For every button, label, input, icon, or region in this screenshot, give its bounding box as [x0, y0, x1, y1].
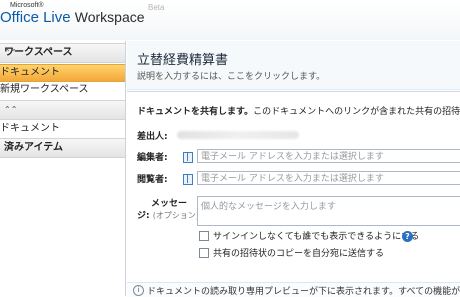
send-copy-checkbox[interactable]: [199, 248, 209, 258]
sidebar-section-workspaces[interactable]: ワークスペース ⌃⌃: [0, 43, 125, 63]
help-icon[interactable]: ?: [402, 231, 413, 242]
share-panel: ドキュメントを共有します。このドキュメントへのリンクが含まれた共有の招待状を 差…: [127, 91, 460, 297]
sidebar-section-2[interactable]: ⌃⌃: [0, 100, 125, 120]
viewer-email-input[interactable]: 電子メール アドレスを入力または選択します: [197, 171, 460, 185]
page-title[interactable]: 立替経費精算書: [137, 49, 228, 68]
sidebar-item-label: ドキュメント: [0, 67, 60, 78]
sender-label: 差出人:: [137, 132, 168, 142]
editor-email-input[interactable]: 電子メール アドレスを入力または選択します: [197, 149, 460, 163]
viewer-label: 閲覧者:: [137, 175, 168, 185]
sidebar-section-recycled[interactable]: 済みアイテム: [0, 138, 125, 158]
beta-label: Beta: [148, 3, 165, 12]
preview-notice-text: ドキュメントの読み取り専用プレビューが下に表示されます。すべての機能が使: [147, 287, 460, 297]
collapse-chevron-icon[interactable]: ⌃⌃: [4, 101, 119, 119]
sidebar-item-documents-2[interactable]: ドキュメント: [0, 121, 125, 137]
document-header: 立替経費精算書 説明を入力するには、ここをクリックします。: [127, 41, 460, 90]
message-textarea[interactable]: 個人的なメッセージを入力します: [197, 196, 460, 226]
logo-workspace-text: Workspace: [74, 9, 145, 25]
sidebar-item-label: 新規ワークスペース: [0, 84, 89, 95]
main-content: 立替経費精算書 説明を入力するには、ここをクリックします。 ドキュメントを共有し…: [127, 41, 460, 297]
section-title: 済みアイテム: [4, 142, 63, 153]
sidebar-item-label: ドキュメント: [0, 123, 60, 134]
send-copy-label: 共有の招待状のコピーを自分宛に送信する: [213, 249, 385, 259]
sidebar-item-new-workspace[interactable]: 新規ワークスペース: [0, 82, 125, 98]
logo-microsoft: Microsoft®: [10, 2, 44, 9]
public-view-label: サインインしなくても誰でも表示できるようにする: [213, 232, 420, 242]
info-icon: i: [133, 285, 144, 296]
public-view-checkbox[interactable]: [199, 231, 209, 241]
logo-office-live[interactable]: Office Live Workspace: [0, 9, 145, 26]
app-header: Microsoft® Office Live Workspace Beta: [0, 0, 460, 40]
message-label-2: ジ: (オプション): [137, 208, 199, 221]
sidebar: ワークスペース ⌃⌃ ドキュメント 新規ワークスペース ⌃⌃ ドキュメント 済み…: [0, 41, 126, 296]
preview-notice: i ドキュメントの読み取り専用プレビューが下に表示されます。すべての機能が使: [127, 282, 460, 297]
message-optional: (オプション): [152, 211, 199, 220]
message-label-line2: ジ:: [137, 211, 150, 221]
collapse-chevron-icon[interactable]: ⌃⌃: [4, 44, 119, 62]
sidebar-item-documents[interactable]: ドキュメント: [0, 64, 125, 82]
address-book-icon[interactable]: [183, 152, 193, 163]
address-book-icon[interactable]: [183, 174, 193, 185]
logo-office-live-text: Office Live: [0, 9, 71, 26]
share-heading-bold: ドキュメントを共有します。: [137, 107, 254, 117]
sender-value-redacted: [177, 131, 299, 139]
share-heading: ドキュメントを共有します。このドキュメントへのリンクが含まれた共有の招待状を: [137, 104, 460, 117]
description-prompt[interactable]: 説明を入力するには、ここをクリックします。: [137, 69, 325, 82]
editor-label: 編集者:: [137, 153, 168, 163]
share-heading-text: このドキュメントへのリンクが含まれた共有の招待状を: [253, 107, 460, 117]
